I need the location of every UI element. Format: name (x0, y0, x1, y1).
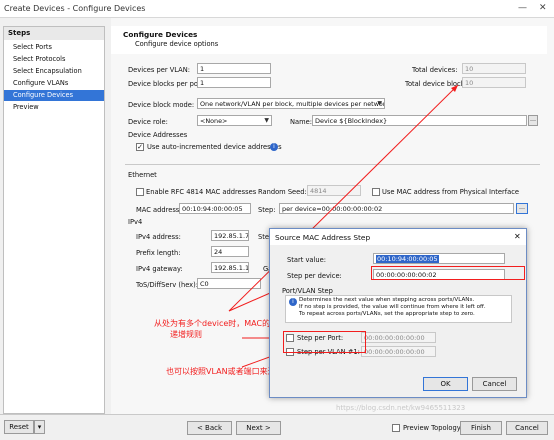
name-input[interactable]: Device ${BlockIndex} (312, 115, 527, 126)
reset-button[interactable]: Reset (4, 420, 34, 434)
page-subtitle: Configure device options (135, 40, 219, 48)
annotation-mac-rule: 从处为有多个device时，MAC的 (154, 319, 271, 328)
device-addresses-section: Device Addresses (128, 131, 188, 139)
total-devices-value: 10 (462, 63, 526, 74)
mac-address-label: MAC address: (136, 206, 182, 214)
close-icon[interactable]: ✕ (514, 232, 521, 241)
ipv4-section: IPv4 (128, 218, 143, 226)
devices-per-vlan-label: Devices per VLAN: (128, 66, 191, 74)
info-box: i Determines the next value when steppin… (285, 295, 512, 323)
device-role-value: <None> (200, 117, 228, 125)
info-icon[interactable]: i (270, 143, 278, 151)
dialog-title: Source MAC Address Step (270, 229, 526, 245)
device-block-mode-value: One network/VLAN per block, multiple dev… (200, 100, 385, 108)
window-titlebar: Create Devices - Configure Devices — ✕ (0, 0, 554, 18)
chevron-down-icon: ▾ (37, 423, 42, 431)
prefix-length-input[interactable]: 24 (211, 246, 249, 257)
name-browse-button[interactable]: … (528, 115, 538, 126)
step-browse-button[interactable]: … (516, 203, 528, 214)
rfc4814-label: Enable RFC 4814 MAC addresses (146, 188, 257, 196)
device-blocks-per-port-input[interactable]: 1 (197, 77, 271, 88)
ethernet-section: Ethernet (128, 171, 157, 179)
preview-topology-label: Preview Topology (403, 424, 461, 432)
cancel-button[interactable]: Cancel (472, 377, 517, 391)
preview-topology-checkbox[interactable] (392, 424, 400, 432)
total-devices-label: Total devices: (412, 66, 458, 74)
highlight-port-vlan-checks (283, 331, 366, 353)
start-value-text: 00:10:94:00:00:05 (376, 255, 439, 263)
source-mac-step-dialog: Source MAC Address Step ✕ Start value: 0… (269, 228, 527, 398)
page-header: Configure Devices Configure device optio… (111, 26, 547, 54)
step-per-device-label: Step per device: (287, 272, 342, 280)
prefix-length-label: Prefix length: (136, 249, 181, 257)
close-icon[interactable]: ✕ (539, 3, 547, 13)
step-per-vlan-input[interactable]: 00:00:00:00:00:00 (361, 346, 436, 357)
chevron-down-icon: ▼ (377, 100, 382, 107)
device-role-label: Device role: (128, 118, 168, 126)
chevron-down-icon: ▼ (264, 117, 269, 124)
name-label: Name: (290, 118, 312, 126)
step-select-encapsulation[interactable]: Select Encapsulation (4, 66, 104, 77)
next-button[interactable]: Next > (236, 421, 281, 435)
ipv4-gateway-label: IPv4 gateway: (136, 265, 183, 273)
port-vlan-step-label: Port/VLAN Step (282, 287, 333, 295)
device-blocks-per-port-label: Device blocks per port: (128, 80, 206, 88)
footer-divider (0, 414, 554, 415)
window-title: Create Devices - Configure Devices (4, 4, 146, 13)
start-value-input[interactable]: 00:10:94:00:00:05 (373, 253, 505, 264)
ipv4-address-input[interactable]: 192.85.1.7 (211, 230, 249, 241)
tos-label: ToS/DiffServ (hex): (136, 281, 199, 289)
device-block-mode-select[interactable]: One network/VLAN per block, multiple dev… (197, 98, 385, 109)
device-block-mode-label: Device block mode: (128, 101, 195, 109)
step-per-port-input[interactable]: 00:00:00:00:00:00 (361, 332, 436, 343)
ipv4-gateway-input[interactable]: 192.85.1.1 (211, 262, 249, 273)
random-seed-input[interactable]: 4814 (307, 185, 361, 196)
step-configure-vlans[interactable]: Configure VLANs (4, 78, 104, 89)
total-device-blocks-value: 10 (462, 77, 526, 88)
mac-address-input[interactable]: 00:10:94:00:00:05 (179, 203, 251, 214)
back-button[interactable]: < Back (187, 421, 232, 435)
total-device-blocks-label: Total device blocks: (405, 80, 471, 88)
step-input[interactable]: per device=00:00:00:00:00:02 (279, 203, 514, 214)
device-role-select[interactable]: <None> ▼ (197, 115, 272, 126)
minimize-icon[interactable]: — (518, 3, 527, 13)
devices-per-vlan-input[interactable]: 1 (197, 63, 271, 74)
highlight-step-per-device (371, 266, 525, 280)
mac-from-physical-checkbox[interactable] (372, 188, 380, 196)
step-configure-devices[interactable]: Configure Devices (4, 90, 104, 101)
random-seed-label: Random Seed: (258, 188, 307, 196)
steps-title: Steps (4, 27, 104, 40)
mac-from-physical-label: Use MAC address from Physical Interface (382, 188, 519, 196)
steps-sidebar: Steps Select Ports Select Protocols Sele… (3, 26, 105, 414)
start-value-label: Start value: (287, 256, 326, 264)
auto-increment-checkbox[interactable]: ✓ (136, 143, 144, 151)
rfc4814-checkbox[interactable] (136, 188, 144, 196)
finish-button[interactable]: Finish (460, 421, 502, 435)
step-preview[interactable]: Preview (4, 102, 104, 113)
divider (125, 164, 540, 165)
watermark: https://blog.csdn.net/kw9465511323 (336, 404, 466, 412)
cancel-wizard-button[interactable]: Cancel (506, 421, 548, 435)
step-select-ports[interactable]: Select Ports (4, 42, 104, 53)
page-title: Configure Devices (123, 30, 198, 39)
info-text: Determines the next value when stepping … (299, 297, 486, 317)
step-label: Step: (258, 206, 276, 214)
annotation-mac-rule-line2: 递增规则 (170, 330, 202, 339)
tos-input[interactable]: C0 (197, 278, 261, 289)
info-icon: i (289, 298, 297, 306)
auto-increment-label: Use auto-incremented device addresses (147, 143, 282, 151)
step-select-protocols[interactable]: Select Protocols (4, 54, 104, 65)
ipv4-address-label: IPv4 address: (136, 233, 181, 241)
reset-dropdown-button[interactable]: ▾ (34, 420, 45, 434)
ok-button[interactable]: OK (423, 377, 468, 391)
